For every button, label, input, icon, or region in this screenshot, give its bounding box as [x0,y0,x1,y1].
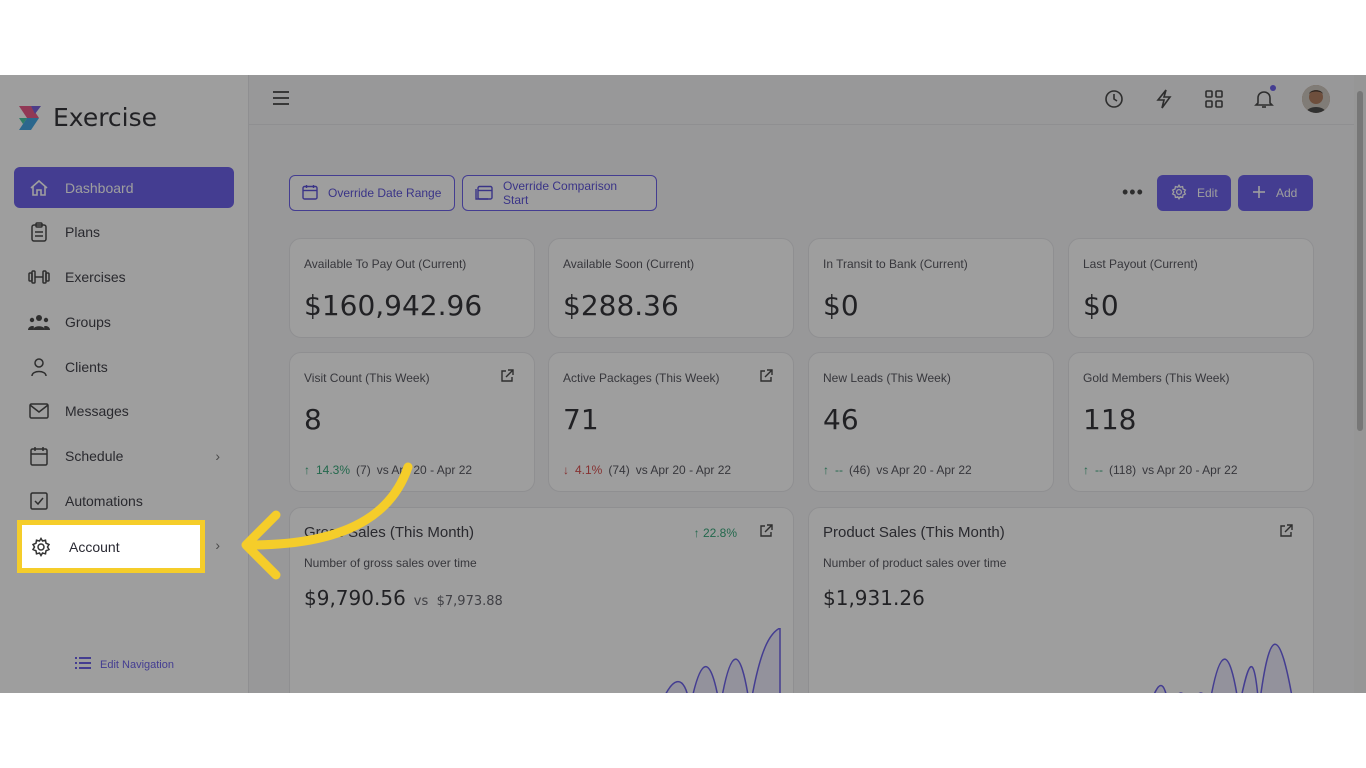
pointer-arrow [241,462,413,580]
app-window: Exercise Dashboard Plans Exercises Group… [0,75,1366,693]
